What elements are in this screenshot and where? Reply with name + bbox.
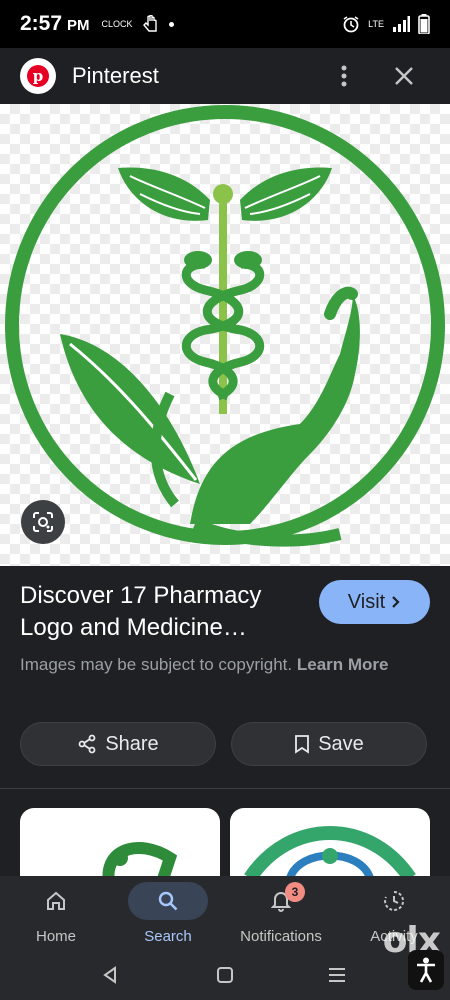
- result-info-panel: Discover 17 Pharmacy Logo and Medicine… …: [0, 566, 450, 888]
- close-icon[interactable]: [386, 58, 422, 94]
- result-title[interactable]: Discover 17 Pharmacy Logo and Medicine…: [20, 580, 305, 644]
- lens-icon: [33, 512, 53, 532]
- nav-home[interactable]: Home: [11, 880, 101, 948]
- pharmacy-logo-image: [5, 105, 445, 547]
- home-square-icon[interactable]: [216, 966, 234, 984]
- source-site-name[interactable]: Pinterest: [72, 63, 159, 89]
- signal-icon: [393, 16, 410, 32]
- notification-badge: 3: [285, 882, 305, 902]
- clock-app-icon: CLOCK: [101, 18, 133, 29]
- share-button[interactable]: Share: [20, 722, 216, 766]
- alarm-icon: [343, 16, 359, 33]
- status-time: 2:57: [20, 12, 63, 35]
- network-label: LTE: [368, 18, 384, 29]
- bell-icon: 3: [241, 882, 321, 920]
- google-lens-button[interactable]: [21, 500, 65, 544]
- copyright-notice: Images may be subject to copyright. Lear…: [20, 655, 389, 674]
- recents-icon[interactable]: [328, 967, 346, 983]
- learn-more-link[interactable]: Learn More: [297, 655, 389, 674]
- visit-button[interactable]: Visit: [319, 580, 430, 624]
- status-ampm: PM: [67, 17, 90, 34]
- nav-search[interactable]: Search: [123, 880, 213, 948]
- preview-image[interactable]: [0, 104, 450, 566]
- save-button[interactable]: Save: [231, 722, 427, 766]
- accessibility-icon[interactable]: [408, 950, 444, 990]
- home-icon: [16, 882, 96, 920]
- activity-icon: [354, 882, 434, 920]
- share-icon: [78, 734, 96, 754]
- more-options-icon[interactable]: [326, 58, 362, 94]
- status-bar: 2:57 PM CLOCK LTE: [0, 0, 450, 48]
- back-icon[interactable]: [102, 966, 118, 984]
- dot-icon: [168, 21, 174, 27]
- battery-icon: [418, 14, 430, 34]
- pinterest-logo-icon[interactable]: p: [20, 58, 56, 94]
- chevron-right-icon: [392, 596, 400, 608]
- source-header: p Pinterest: [0, 48, 450, 104]
- nav-notifications[interactable]: 3 Notifications: [236, 880, 326, 948]
- section-divider: [0, 788, 450, 789]
- bookmark-icon: [295, 735, 310, 754]
- search-icon: [128, 882, 208, 920]
- hand-icon: [142, 15, 157, 32]
